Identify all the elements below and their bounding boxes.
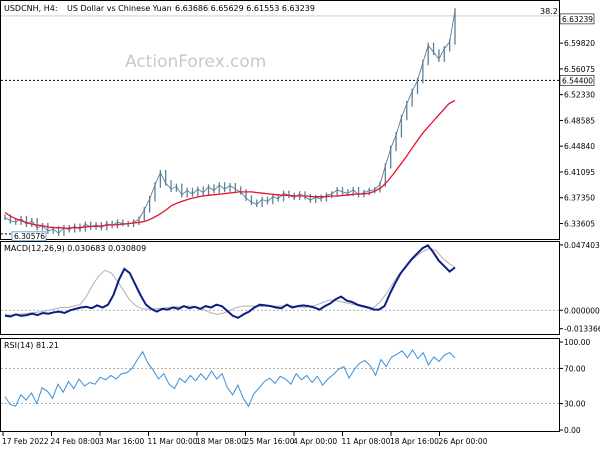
x-tick-label: 24 Feb 08:00 — [51, 437, 100, 446]
rsi-y-tick-label: 70.00 — [564, 364, 586, 373]
x-tick-label: 11 Apr 08:00 — [342, 437, 391, 446]
x-tick-label: 18 Apr 16:00 — [390, 437, 439, 446]
price-level-label: 6.54400 — [562, 76, 593, 85]
macd-label: MACD(12,26,9) 0.030683 0.030809 — [4, 244, 146, 253]
price-y-tick-label: 6.52330 — [564, 91, 595, 100]
x-tick-label: 26 Apr 00:00 — [439, 437, 488, 446]
price-y-tick-label: 6.56075 — [564, 65, 595, 74]
rsi-y-tick-label: 0.00 — [564, 426, 581, 435]
x-tick-label: 3 Mar 16:00 — [99, 437, 145, 446]
macd-y-tick-label: 0.047403 — [564, 241, 600, 250]
chart-root: ActionForex.com USDCNH, H4: US Dollar vs… — [0, 0, 600, 446]
price-y-tick-label: 6.33605 — [564, 220, 595, 229]
rsi-panel — [0, 338, 560, 432]
price-low-label: 6.30576 — [14, 232, 45, 241]
macd-y-tick-label: 0.000000 — [564, 306, 600, 315]
header-ohlc: 6.63686 6.65629 6.61553 6.63239 — [175, 4, 315, 13]
price-y-tick-label: 6.59820 — [564, 39, 595, 48]
price-y-tick-label: 6.41095 — [564, 168, 595, 177]
price-current-label: 6.63239 — [562, 15, 593, 24]
price-panel — [0, 0, 560, 240]
rsi-label: RSI(14) 81.21 — [4, 341, 59, 350]
rsi-y-tick-label: 30.00 — [564, 400, 586, 409]
x-tick-label: 18 Mar 08:00 — [196, 437, 246, 446]
x-tick-label: 25 Mar 16:00 — [245, 437, 295, 446]
corner-label: 38.2 — [540, 7, 558, 16]
macd-y-tick-label: -0.013366 — [564, 325, 600, 334]
macd-panel — [0, 241, 560, 335]
watermark: ActionForex.com — [125, 52, 266, 72]
x-tick-label: 11 Mar 00:00 — [148, 437, 198, 446]
x-tick-label: 4 Apr 00:00 — [293, 437, 337, 446]
header-description: US Dollar vs Chinese Yuan — [67, 4, 172, 13]
price-y-tick-label: 6.37350 — [564, 194, 595, 203]
price-y-tick-label: 6.48585 — [564, 116, 595, 125]
header-symbol: USDCNH, H4: — [4, 4, 58, 13]
x-tick-label: 17 Feb 2022 — [2, 437, 49, 446]
rsi-y-tick-label: 100.00 — [564, 338, 590, 347]
price-y-tick-label: 6.44840 — [564, 142, 595, 151]
